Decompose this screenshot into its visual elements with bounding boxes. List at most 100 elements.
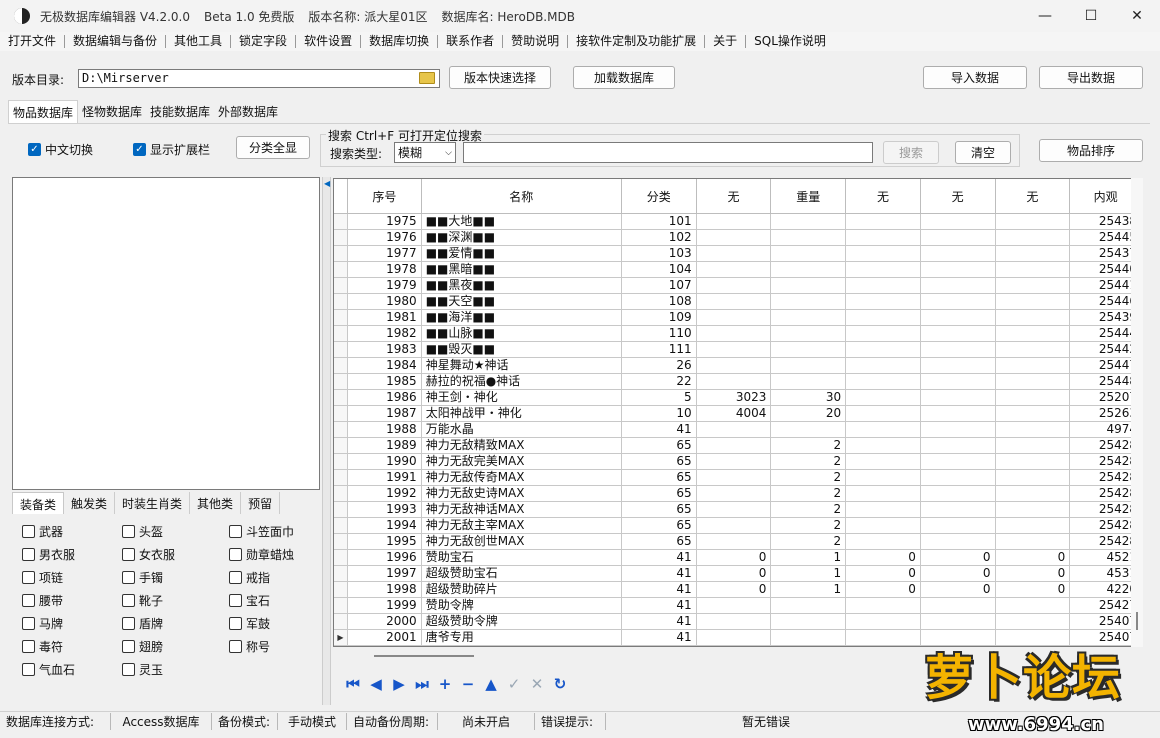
table-cell[interactable]: 2000 (348, 614, 422, 629)
menu-lock-fields[interactable]: 锁定字段 (231, 35, 297, 48)
search-input[interactable] (463, 142, 873, 163)
table-cell[interactable] (846, 230, 921, 245)
table-cell[interactable]: 2 (771, 486, 847, 501)
table-cell[interactable] (921, 422, 996, 437)
table-row[interactable]: 1998 超级赞助碎片 41 0 1 0 0 0 4220 (334, 582, 1142, 598)
category-checkbox[interactable]: 靴子 (122, 592, 163, 609)
tab-trigger[interactable]: 触发类 (64, 492, 116, 514)
show-ext-checkbox[interactable]: ✓ 显示扩展栏 (133, 141, 210, 158)
table-cell[interactable] (996, 502, 1071, 517)
table-cell[interactable] (846, 518, 921, 533)
tab-external[interactable]: 外部数据库 (214, 100, 282, 124)
table-cell[interactable] (697, 518, 772, 533)
table-cell[interactable] (697, 534, 772, 549)
table-row[interactable]: 1996 赞助宝石 41 0 1 0 0 0 4521 (334, 550, 1142, 566)
column-header[interactable]: 无 (697, 179, 772, 213)
table-cell[interactable] (921, 598, 996, 613)
menu-sql-help[interactable]: SQL操作说明 (746, 35, 834, 48)
table-cell[interactable]: 0 (846, 566, 921, 581)
category-checkbox[interactable]: 勋章蜡烛 (229, 546, 294, 563)
table-cell[interactable] (697, 630, 772, 645)
table-cell[interactable]: 神力无敌主宰MAX (422, 518, 622, 533)
table-cell[interactable]: 65 (622, 534, 697, 549)
table-row[interactable]: 1993 神力无敌神话MAX 65 2 25428 (334, 502, 1142, 518)
post-record-icon[interactable]: ✓ (506, 675, 522, 693)
row-indicator[interactable] (334, 342, 348, 357)
table-cell[interactable]: 103 (622, 246, 697, 261)
table-cell[interactable]: 1985 (348, 374, 422, 389)
insert-record-icon[interactable]: + (437, 675, 453, 693)
tab-fashion-zodiac[interactable]: 时装生肖类 (115, 492, 191, 514)
category-checkbox[interactable]: 称号 (229, 638, 270, 655)
menu-other-tools[interactable]: 其他工具 (166, 35, 232, 48)
table-cell[interactable]: 神星舞动★神话 (422, 358, 622, 373)
table-cell[interactable]: 22 (622, 374, 697, 389)
table-row[interactable]: 1994 神力无敌主宰MAX 65 2 25428 (334, 518, 1142, 534)
clear-button[interactable]: 清空 (955, 141, 1011, 164)
table-row[interactable]: 1999 赞助令牌 41 25427 (334, 598, 1142, 614)
table-cell[interactable]: 0 (996, 550, 1071, 565)
category-checkbox[interactable]: 灵玉 (122, 661, 163, 678)
table-cell[interactable] (921, 310, 996, 325)
table-cell[interactable]: 2 (771, 470, 847, 485)
scroll-thumb[interactable] (1136, 612, 1138, 630)
table-cell[interactable] (697, 294, 772, 309)
table-cell[interactable]: 101 (622, 214, 697, 229)
table-cell[interactable]: 1986 (348, 390, 422, 405)
table-cell[interactable] (996, 358, 1071, 373)
scroll-thumb[interactable] (374, 655, 474, 657)
table-cell[interactable]: 1993 (348, 502, 422, 517)
table-cell[interactable] (921, 342, 996, 357)
row-indicator[interactable] (334, 502, 348, 517)
table-cell[interactable]: 超级赞助令牌 (422, 614, 622, 629)
table-row[interactable]: 1990 神力无敌完美MAX 65 2 25428 (334, 454, 1142, 470)
table-cell[interactable] (921, 246, 996, 261)
table-cell[interactable]: 102 (622, 230, 697, 245)
table-cell[interactable] (996, 470, 1071, 485)
table-cell[interactable] (921, 518, 996, 533)
table-cell[interactable] (697, 230, 772, 245)
load-db-button[interactable]: 加载数据库 (573, 66, 675, 89)
table-cell[interactable] (921, 358, 996, 373)
category-checkbox[interactable]: 盾牌 (122, 615, 163, 632)
table-cell[interactable] (846, 246, 921, 261)
import-button[interactable]: 导入数据 (923, 66, 1027, 89)
row-indicator[interactable] (334, 454, 348, 469)
table-cell[interactable]: 0 (996, 582, 1071, 597)
table-cell[interactable] (697, 214, 772, 229)
table-cell[interactable]: 1992 (348, 486, 422, 501)
table-cell[interactable] (771, 374, 847, 389)
table-cell[interactable]: 107 (622, 278, 697, 293)
table-cell[interactable]: 太阳神战甲・神化 (422, 406, 622, 421)
table-cell[interactable]: 0 (846, 582, 921, 597)
row-indicator[interactable] (334, 598, 348, 613)
folder-icon[interactable] (419, 72, 435, 84)
table-cell[interactable]: 1979 (348, 278, 422, 293)
table-cell[interactable] (921, 486, 996, 501)
table-cell[interactable] (846, 214, 921, 229)
table-cell[interactable]: 1995 (348, 534, 422, 549)
items-grid[interactable]: 序号 名称 分类无重量无无无内观 1975 ■■大地■■ 101 25438 1976 ■■深… (333, 178, 1143, 647)
table-cell[interactable] (921, 294, 996, 309)
table-cell[interactable] (996, 214, 1071, 229)
table-cell[interactable]: 41 (622, 614, 697, 629)
category-checkbox[interactable]: 头盔 (122, 523, 163, 540)
table-cell[interactable] (996, 534, 1071, 549)
table-cell[interactable]: 0 (697, 550, 772, 565)
table-cell[interactable]: 1989 (348, 438, 422, 453)
category-checkbox[interactable]: 腰带 (22, 592, 63, 609)
table-cell[interactable]: 1983 (348, 342, 422, 357)
table-cell[interactable]: 超级赞助碎片 (422, 582, 622, 597)
table-cell[interactable] (996, 326, 1071, 341)
table-cell[interactable] (846, 470, 921, 485)
prior-record-icon[interactable]: ◀ (368, 675, 384, 693)
category-checkbox[interactable]: 军鼓 (229, 615, 270, 632)
table-cell[interactable] (921, 278, 996, 293)
table-cell[interactable] (996, 486, 1071, 501)
table-cell[interactable] (697, 502, 772, 517)
table-cell[interactable]: 1976 (348, 230, 422, 245)
row-indicator[interactable] (334, 214, 348, 229)
table-row[interactable]: 1977 ■■爱情■■ 103 25437 (334, 246, 1142, 262)
category-checkbox[interactable]: 毒符 (22, 638, 63, 655)
table-cell[interactable] (846, 534, 921, 549)
